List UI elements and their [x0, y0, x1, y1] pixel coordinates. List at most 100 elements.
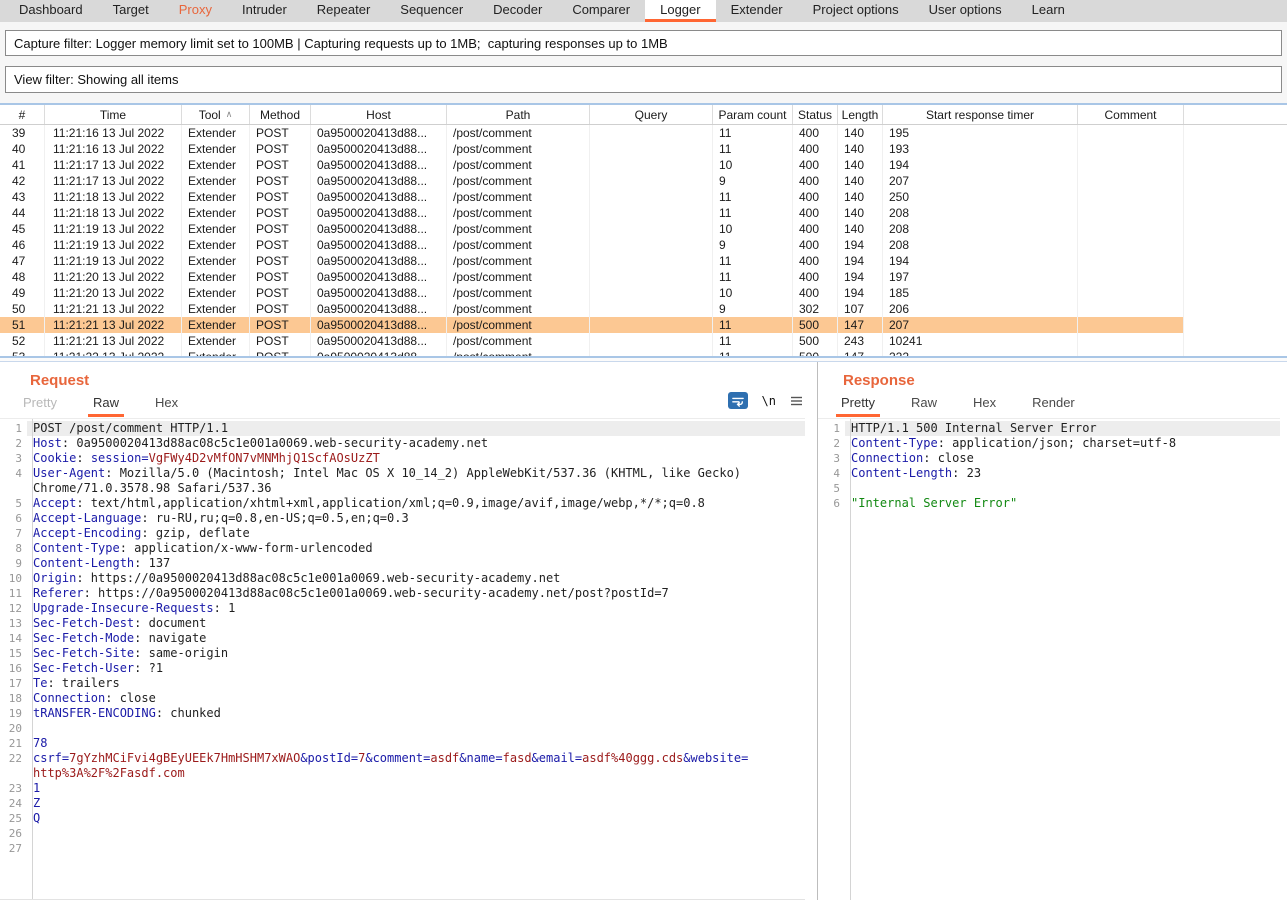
- cell-status: 400: [793, 253, 838, 269]
- tab-project-options[interactable]: Project options: [798, 0, 914, 22]
- tab-proxy[interactable]: Proxy: [164, 0, 227, 22]
- cell-tool: Extender: [182, 317, 250, 333]
- cell-comment: [1078, 253, 1184, 269]
- request-tab-pretty[interactable]: Pretty: [18, 395, 62, 417]
- line-number: 13: [0, 616, 27, 631]
- cell-filler: [1184, 333, 1287, 349]
- cell-length: 140: [838, 221, 883, 237]
- table-row[interactable]: 4311:21:18 13 Jul 2022ExtenderPOST0a9500…: [0, 189, 1287, 205]
- line-text: Referer: https://0a9500020413d88ac08c5c1…: [27, 586, 805, 601]
- line-number: 5: [818, 481, 845, 496]
- cell-query: [590, 205, 713, 221]
- response-tab-raw[interactable]: Raw: [906, 395, 942, 417]
- cell-status: 500: [793, 317, 838, 333]
- line-number: 20: [0, 721, 27, 736]
- column-header-num[interactable]: #: [0, 105, 45, 124]
- table-row[interactable]: 3911:21:16 13 Jul 2022ExtenderPOST0a9500…: [0, 125, 1287, 141]
- column-header-time[interactable]: Time: [45, 105, 182, 124]
- newline-characters-icon[interactable]: \n: [762, 394, 776, 408]
- table-row[interactable]: 4211:21:17 13 Jul 2022ExtenderPOST0a9500…: [0, 173, 1287, 189]
- column-header-label: Query: [635, 108, 668, 122]
- line-number: 26: [0, 826, 27, 841]
- cell-query: [590, 333, 713, 349]
- capture-filter-bar[interactable]: Capture filter: Logger memory limit set …: [5, 30, 1282, 56]
- cell-tool: Extender: [182, 301, 250, 317]
- cell-filler: [1184, 205, 1287, 221]
- table-row[interactable]: 4911:21:20 13 Jul 2022ExtenderPOST0a9500…: [0, 285, 1287, 301]
- table-row[interactable]: 4511:21:19 13 Jul 2022ExtenderPOST0a9500…: [0, 221, 1287, 237]
- tab-extender[interactable]: Extender: [716, 0, 798, 22]
- editor-line: 22csrf=7gYzhMCiFvi4gBEyUEEk7HmHSHM7xWAO&…: [0, 751, 805, 766]
- cell-tool: Extender: [182, 125, 250, 141]
- cell-host: 0a9500020413d88...: [311, 253, 447, 269]
- tab-learn[interactable]: Learn: [1017, 0, 1080, 22]
- table-row[interactable]: 4611:21:19 13 Jul 2022ExtenderPOST0a9500…: [0, 237, 1287, 253]
- cell-status: 400: [793, 237, 838, 253]
- column-header-path[interactable]: Path: [447, 105, 590, 124]
- column-header-param-count[interactable]: Param count: [713, 105, 793, 124]
- cell-path: /post/comment: [447, 301, 590, 317]
- line-number: 19: [0, 706, 27, 721]
- line-text: POST /post/comment HTTP/1.1: [27, 421, 805, 436]
- line-number: 17: [0, 676, 27, 691]
- table-row[interactable]: 4011:21:16 13 Jul 2022ExtenderPOST0a9500…: [0, 141, 1287, 157]
- cell-num: 45: [0, 221, 45, 237]
- tab-sequencer[interactable]: Sequencer: [385, 0, 478, 22]
- tab-dashboard[interactable]: Dashboard: [4, 0, 98, 22]
- tab-target[interactable]: Target: [98, 0, 164, 22]
- line-text: csrf=7gYzhMCiFvi4gBEyUEEk7HmHSHM7xWAO&po…: [27, 751, 805, 766]
- cell-status: 400: [793, 285, 838, 301]
- column-header-label: Status: [798, 108, 832, 122]
- response-tab-hex[interactable]: Hex: [968, 395, 1001, 417]
- column-header-tool[interactable]: Tool∧: [182, 105, 250, 124]
- tab-comparer[interactable]: Comparer: [557, 0, 645, 22]
- tab-logger[interactable]: Logger: [645, 0, 715, 22]
- cell-tool: Extender: [182, 141, 250, 157]
- response-tab-pretty[interactable]: Pretty: [836, 395, 880, 417]
- cell-status: 400: [793, 125, 838, 141]
- table-row[interactable]: 5111:21:21 13 Jul 2022ExtenderPOST0a9500…: [0, 317, 1287, 333]
- table-row[interactable]: 4711:21:19 13 Jul 2022ExtenderPOST0a9500…: [0, 253, 1287, 269]
- column-header-comment[interactable]: Comment: [1078, 105, 1184, 124]
- cell-length: 243: [838, 333, 883, 349]
- request-editor[interactable]: 1POST /post/comment HTTP/1.12Host: 0a950…: [0, 418, 805, 900]
- cell-num: 41: [0, 157, 45, 173]
- cell-comment: [1078, 205, 1184, 221]
- response-editor[interactable]: 1HTTP/1.1 500 Internal Server Error2Cont…: [818, 418, 1280, 900]
- tab-decoder[interactable]: Decoder: [478, 0, 557, 22]
- view-filter-bar[interactable]: View filter: Showing all items: [5, 66, 1282, 93]
- cell-host: 0a9500020413d88...: [311, 205, 447, 221]
- cell-length: 194: [838, 253, 883, 269]
- line-number: 4: [0, 466, 27, 481]
- tab-user-options[interactable]: User options: [914, 0, 1017, 22]
- editor-menu-icon[interactable]: [790, 396, 803, 406]
- tab-repeater[interactable]: Repeater: [302, 0, 385, 22]
- column-header-start-response-timer[interactable]: Start response timer: [883, 105, 1078, 124]
- column-header-query[interactable]: Query: [590, 105, 713, 124]
- response-tab-render[interactable]: Render: [1027, 395, 1080, 417]
- word-wrap-toggle-icon[interactable]: [728, 392, 748, 409]
- cell-time: 11:21:21 13 Jul 2022: [45, 333, 182, 349]
- column-header-method[interactable]: Method: [250, 105, 311, 124]
- request-tab-raw[interactable]: Raw: [88, 395, 124, 417]
- column-header-status[interactable]: Status: [793, 105, 838, 124]
- cell-length: 140: [838, 157, 883, 173]
- line-text: Content-Length: 23: [845, 466, 1280, 481]
- cell-time: 11:21:20 13 Jul 2022: [45, 285, 182, 301]
- table-row[interactable]: 4411:21:18 13 Jul 2022ExtenderPOST0a9500…: [0, 205, 1287, 221]
- cell-time: 11:21:21 13 Jul 2022: [45, 301, 182, 317]
- cell-query: [590, 141, 713, 157]
- request-tab-hex[interactable]: Hex: [150, 395, 183, 417]
- table-row[interactable]: 5011:21:21 13 Jul 2022ExtenderPOST0a9500…: [0, 301, 1287, 317]
- table-row[interactable]: 4811:21:20 13 Jul 2022ExtenderPOST0a9500…: [0, 269, 1287, 285]
- column-header-length[interactable]: Length: [838, 105, 883, 124]
- cell-method: POST: [250, 237, 311, 253]
- table-row[interactable]: 5311:21:22 13 Jul 2022ExtenderPOST0a9500…: [0, 349, 1287, 356]
- column-header-host[interactable]: Host: [311, 105, 447, 124]
- table-row[interactable]: 4111:21:17 13 Jul 2022ExtenderPOST0a9500…: [0, 157, 1287, 173]
- tab-intruder[interactable]: Intruder: [227, 0, 302, 22]
- cell-query: [590, 301, 713, 317]
- table-row[interactable]: 5211:21:21 13 Jul 2022ExtenderPOST0a9500…: [0, 333, 1287, 349]
- line-text: [27, 826, 805, 841]
- cell-status: 302: [793, 301, 838, 317]
